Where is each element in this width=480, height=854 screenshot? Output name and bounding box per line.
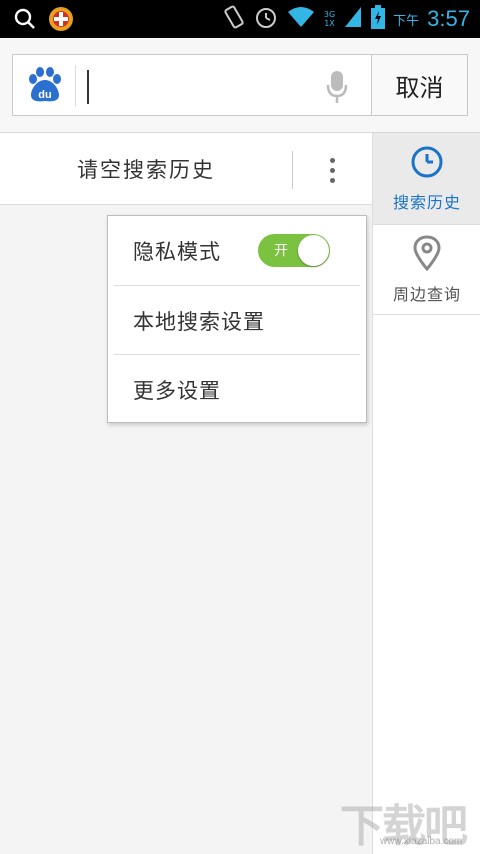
baidu-paw-logo-icon[interactable]: du [25,65,65,105]
cancel-button[interactable]: 取消 [371,54,468,116]
text-cursor [87,70,89,104]
history-bar: 请空搜索历史 [0,133,372,205]
search-divider [75,65,76,107]
wifi-icon [286,5,316,33]
watermark: 下载吧 www.xiazaiba.com [340,790,474,852]
private-mode-toggle[interactable]: 开 [258,234,330,267]
vibrate-icon [222,4,246,34]
status-time: 3:57 [427,6,470,31]
microphone-icon[interactable] [325,69,349,105]
clock-icon [410,145,444,183]
menu-item-label: 更多设置 [133,378,221,403]
sidebar: 搜索历史 周边查询 [372,133,480,854]
more-options-icon[interactable] [318,151,346,189]
alarm-icon [254,5,278,33]
clear-history-button[interactable]: 请空搜索历史 [0,133,292,205]
search-box[interactable]: du [12,54,372,116]
search-input[interactable] [79,63,309,107]
menu-item-label: 隐私模式 [133,239,221,264]
history-divider [292,151,293,189]
app-notification-icon [48,6,74,36]
sidebar-tab-nearby[interactable]: 周边查询 [373,224,480,315]
menu-item-label: 本地搜索设置 [133,309,265,334]
search-icon [14,8,36,34]
watermark-url: www.xiazaiba.com [380,836,463,847]
sidebar-tab-search-history[interactable]: 搜索历史 [373,133,480,224]
status-ampm: 下午 [393,13,420,29]
status-bar: 3G 1X 下午 3:57 [0,0,480,38]
menu-item-private-mode[interactable]: 隐私模式 开 [108,216,366,285]
menu-item-more-settings[interactable]: 更多设置 [108,355,366,424]
sidebar-tab-label: 搜索历史 [392,192,461,212]
location-pin-icon [412,234,442,275]
options-popup-menu: 隐私模式 开 本地搜索设置 更多设置 [107,215,367,423]
signal-icon [343,5,363,33]
toggle-knob [298,235,329,266]
menu-item-local-search-settings[interactable]: 本地搜索设置 [108,286,366,355]
sidebar-tab-label: 周边查询 [392,284,461,304]
baidu-logo-text: du [38,89,51,101]
toggle-state-label: 开 [274,243,289,259]
battery-charging-icon [371,5,386,33]
network-type: 3G 1X [323,10,336,28]
search-area: du 取消 [0,38,480,133]
